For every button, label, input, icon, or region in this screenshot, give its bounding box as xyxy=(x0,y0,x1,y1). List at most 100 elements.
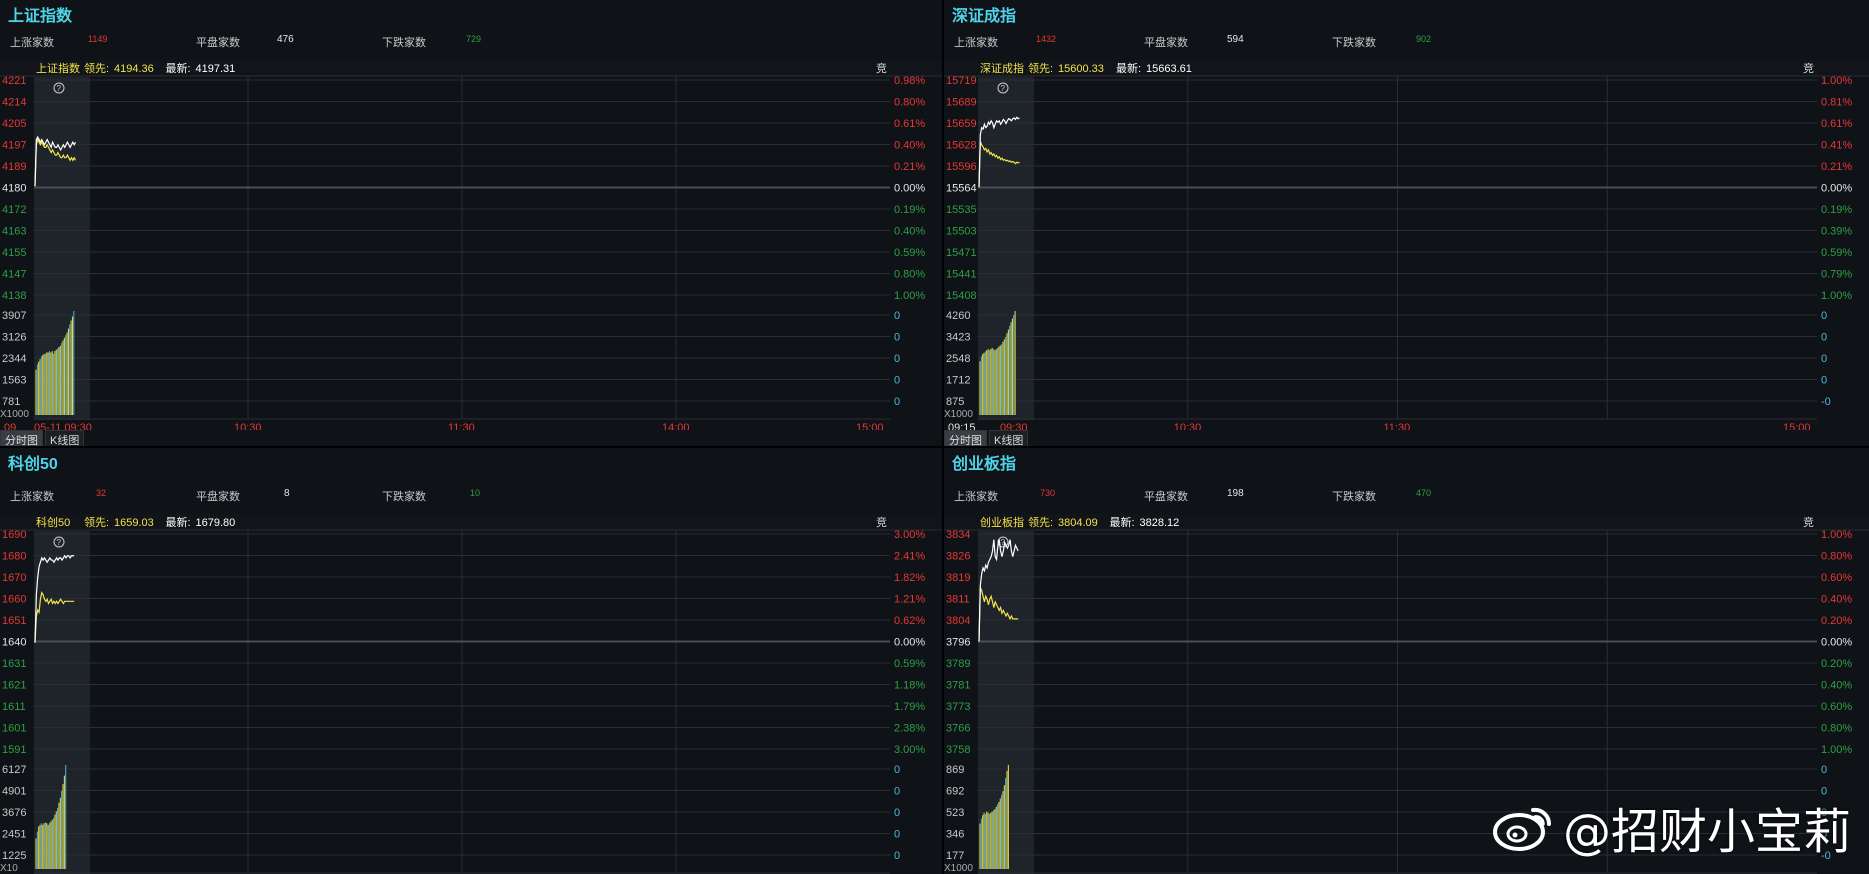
pct-tick-label: 1.18% xyxy=(894,680,925,692)
header-auction-mark: 竞 xyxy=(876,61,887,75)
volume-right-tick: 0 xyxy=(894,396,900,408)
pct-tick-label: 0.61% xyxy=(1821,118,1852,130)
volume-unit-label: X1000 xyxy=(944,409,973,420)
price-tick-label: 4163 xyxy=(2,226,26,238)
header-latest-label: 最新: xyxy=(1116,61,1141,75)
price-tick-label: 3804 xyxy=(946,615,970,627)
price-tick-label: 3758 xyxy=(946,744,970,756)
pct-tick-label: 0.20% xyxy=(1821,658,1852,670)
volume-tick-label: 6127 xyxy=(2,764,26,776)
price-tick-label: 3819 xyxy=(946,572,970,584)
pct-tick-label: 3.00% xyxy=(894,529,925,541)
time-tick-label: 05-11 09:30 xyxy=(34,422,92,430)
tab-kline[interactable]: K线图 xyxy=(45,430,85,446)
price-tick-label: 15689 xyxy=(946,97,977,109)
price-tick-label: 4214 xyxy=(2,97,26,109)
price-tick-label: 4147 xyxy=(2,269,26,281)
pct-tick-label: 1.79% xyxy=(894,701,925,713)
stats-row: 上涨家数 32 平盘家数 8 下跌家数 10 xyxy=(0,488,942,504)
time-tick-label: 10:30 xyxy=(234,422,262,430)
tab-intraday[interactable]: 分时图 xyxy=(0,430,43,446)
volume-unit-label: X1000 xyxy=(944,863,973,874)
volume-tick-label: 1563 xyxy=(2,375,26,387)
price-tick-label: 15628 xyxy=(946,140,977,152)
price-tick-label: 1621 xyxy=(2,680,26,692)
time-tick-label: 09:30 xyxy=(1000,422,1028,430)
up-count-label: 上涨家数 xyxy=(954,37,998,49)
pct-tick-label: 0.80% xyxy=(894,269,925,281)
volume-right-tick: 0 xyxy=(894,829,900,841)
price-tick-label: 3789 xyxy=(946,658,970,670)
header-leader-value: 3804.09 xyxy=(1058,517,1098,529)
header-latest-value: 15663.61 xyxy=(1146,63,1192,75)
price-tick-label: 4138 xyxy=(2,290,26,302)
header-auction-mark: 竞 xyxy=(1803,61,1814,75)
watermark-text: @招财小宝莉 xyxy=(1562,804,1851,860)
pct-tick-label: 1.21% xyxy=(894,594,925,606)
volume-tick-label: 3907 xyxy=(2,310,26,322)
tab-intraday[interactable]: 分时图 xyxy=(944,430,987,446)
chart-tabs: 分时图 K线图 xyxy=(0,430,86,446)
pct-tick-label: 1.82% xyxy=(894,572,925,584)
price-tick-label: 15659 xyxy=(946,118,977,130)
flat-count-label: 平盘家数 xyxy=(196,37,240,49)
pct-tick-label: 0.00% xyxy=(894,637,925,649)
pct-tick-label: 0.19% xyxy=(1821,204,1852,216)
up-count: 1149 xyxy=(88,34,108,44)
down-count-label: 下跌家数 xyxy=(1332,37,1376,49)
divider-horizontal xyxy=(0,446,1869,448)
volume-right-tick: 0 xyxy=(1821,353,1827,365)
price-tick-label: 15503 xyxy=(946,226,977,238)
time-tick-label: 11:30 xyxy=(448,422,475,430)
price-tick-label: 15596 xyxy=(946,161,977,173)
price-tick-label: 15719 xyxy=(946,75,977,87)
time-tick-label: 14:00 xyxy=(662,422,690,430)
price-tick-label: 1591 xyxy=(2,744,26,756)
price-tick-label: 4180 xyxy=(2,183,26,195)
price-tick-label: 1690 xyxy=(2,529,26,541)
intraday-chart[interactable]: 深证成指 领先: 15600.33 最新: 15663.61 竞? 15719 1.00% 15… xyxy=(944,60,1869,430)
time-tick-label: 11:30 xyxy=(1384,422,1411,430)
panel-shanghai: 上证指数 上涨家数 1149 平盘家数 476 下跌家数 729 上证指数 领先:… xyxy=(0,0,942,446)
price-tick-label: 15441 xyxy=(946,269,977,281)
time-tick-label: 15:00 xyxy=(856,422,884,430)
price-tick-label: 3826 xyxy=(946,551,970,563)
price-tick-label: 15535 xyxy=(946,204,977,216)
intraday-chart[interactable]: 科创50 领先: 1659.03 最新: 1679.80 竞? 1690 3.00% 1680 2… xyxy=(0,514,942,874)
header-auction-mark: 竞 xyxy=(876,515,887,529)
intraday-chart[interactable]: 上证指数 领先: 4194.36 最新: 4197.31 竞? 4221 0.98% 4214 0… xyxy=(0,60,942,430)
header-leader-label: 领先: xyxy=(1028,62,1053,75)
pct-tick-label: 0.59% xyxy=(1821,247,1852,259)
pct-tick-label: 0.00% xyxy=(894,183,925,195)
price-tick-label: 15564 xyxy=(946,183,977,195)
panel-title: 深证成指 xyxy=(952,8,1017,25)
volume-tick-label: 4260 xyxy=(946,310,970,322)
volume-tick-label: 2344 xyxy=(2,353,26,365)
price-tick-label: 1611 xyxy=(2,701,26,713)
volume-tick-label: 692 xyxy=(946,786,964,798)
header-index-name: 上证指数 xyxy=(36,61,80,75)
chart-tabs: 分时图 K线图 xyxy=(944,430,1030,446)
pct-tick-label: 0.59% xyxy=(894,658,925,670)
pct-tick-label: 0.20% xyxy=(1821,615,1852,627)
flat-count: 8 xyxy=(284,488,290,499)
header-leader-value: 4194.36 xyxy=(114,63,154,75)
volume-right-tick: 0 xyxy=(894,850,900,862)
down-count: 470 xyxy=(1416,488,1432,498)
header-latest-label: 最新: xyxy=(166,61,191,75)
tab-kline[interactable]: K线图 xyxy=(989,430,1029,446)
volume-tick-label: 4901 xyxy=(2,786,26,798)
volume-right-tick: 0 xyxy=(894,764,900,776)
up-count: 730 xyxy=(1040,488,1056,498)
time-tick-label: 10:30 xyxy=(1174,422,1202,430)
header-latest-value: 1679.80 xyxy=(196,517,236,529)
pct-tick-label: 1.00% xyxy=(1821,290,1852,302)
panel-shenzhen: 深证成指 上涨家数 1432 平盘家数 594 下跌家数 902 深证成指 领先:… xyxy=(944,0,1869,446)
price-tick-label: 1660 xyxy=(2,594,26,606)
header-leader-label: 领先: xyxy=(84,516,109,529)
pct-tick-label: 0.81% xyxy=(1821,97,1852,109)
price-tick-label: 4189 xyxy=(2,161,26,173)
pct-tick-label: 3.00% xyxy=(894,744,925,756)
time-tick-label: 09:15 xyxy=(948,422,976,430)
panel-title: 科创50 xyxy=(8,456,58,473)
